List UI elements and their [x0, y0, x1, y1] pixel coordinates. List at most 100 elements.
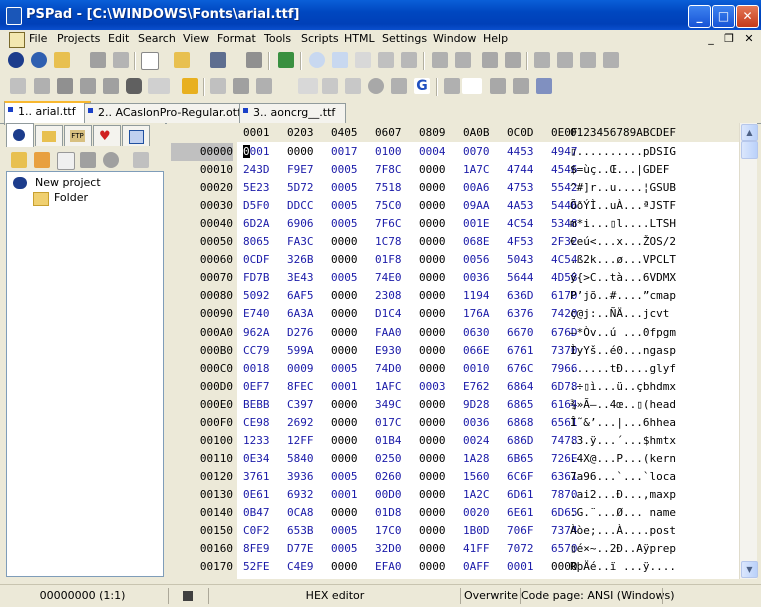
- hex-cell[interactable]: 0005: [331, 197, 358, 215]
- hex-cell[interactable]: 0250: [375, 450, 402, 468]
- hex-cell[interactable]: 6932: [287, 486, 314, 504]
- hex-cell[interactable]: 7072: [507, 540, 534, 558]
- mdi-minimize-icon[interactable]: _: [703, 32, 719, 45]
- hex-cell[interactable]: 1194: [463, 287, 490, 305]
- hex-cell[interactable]: 8065: [243, 233, 270, 251]
- hex-cell[interactable]: 0005: [331, 161, 358, 179]
- menu-file[interactable]: File: [29, 32, 47, 45]
- menu-html[interactable]: HTML: [344, 32, 375, 45]
- document-menu-icon[interactable]: [9, 32, 25, 48]
- hex-cell[interactable]: 0000: [419, 504, 446, 522]
- hex-cell[interactable]: 6376: [507, 305, 534, 323]
- chars-icon[interactable]: [256, 78, 272, 94]
- ascii-text[interactable]: .4X@...P...(kern: [570, 450, 676, 468]
- close-button[interactable]: ✕: [736, 5, 759, 28]
- hex-cell[interactable]: 0000: [419, 486, 446, 504]
- hex-cell[interactable]: 0036: [463, 269, 490, 287]
- hex-cell[interactable]: EFA0: [375, 558, 402, 576]
- hex-cell[interactable]: 0000: [331, 504, 358, 522]
- hex-cell[interactable]: 349C: [375, 396, 402, 414]
- hex-cell[interactable]: 1233: [243, 432, 270, 450]
- tile-icon[interactable]: [513, 78, 529, 94]
- hex-cell[interactable]: 0CA8: [287, 504, 314, 522]
- hex-cell[interactable]: 6D2A: [243, 215, 270, 233]
- hex-cell[interactable]: 001E: [463, 215, 490, 233]
- html-tag-icon[interactable]: [322, 78, 338, 94]
- mdi-close-icon[interactable]: ✕: [741, 32, 757, 45]
- hex-cell[interactable]: 5043: [507, 251, 534, 269]
- hex-cell[interactable]: 0056: [463, 251, 490, 269]
- hex-cell[interactable]: 0260: [375, 468, 402, 486]
- hex-cell[interactable]: 1A7C: [463, 161, 490, 179]
- hex-cell[interactable]: 0000: [331, 432, 358, 450]
- compile-icon[interactable]: [444, 78, 460, 94]
- hex-cell[interactable]: 0000: [331, 342, 358, 360]
- hex-cell-cursor[interactable]: 0001: [243, 143, 270, 161]
- hex-cell[interactable]: 01D8: [375, 504, 402, 522]
- remove-file-icon[interactable]: [80, 152, 96, 168]
- html-text-icon[interactable]: [298, 78, 318, 94]
- hex-cell[interactable]: 4F53: [507, 233, 534, 251]
- hex-cell[interactable]: 0CDF: [243, 251, 270, 269]
- ascii-text[interactable]: €eú<...x...ŽOS/2: [570, 233, 676, 251]
- hex-cell[interactable]: 0000: [419, 558, 446, 576]
- hex-cell[interactable]: 0000: [331, 233, 358, 251]
- hex-cell[interactable]: 1C78: [375, 233, 402, 251]
- ascii-text[interactable]: ^#]r..u....¦GSUB: [570, 179, 676, 197]
- menu-search[interactable]: Search: [138, 32, 176, 45]
- ftp-icon[interactable]: [210, 78, 226, 94]
- lock-icon[interactable]: [126, 78, 142, 94]
- hex-cell[interactable]: 0000: [419, 197, 446, 215]
- hex-cell[interactable]: 066E: [463, 342, 490, 360]
- replace-icon[interactable]: [332, 52, 348, 68]
- hex-cell[interactable]: DDCC: [287, 197, 314, 215]
- window-icon[interactable]: [490, 78, 506, 94]
- hex-cell[interactable]: 0630: [463, 324, 490, 342]
- hex-cell[interactable]: 0005: [331, 360, 358, 378]
- menu-help[interactable]: Help: [483, 32, 508, 45]
- hex-cell[interactable]: 6A3A: [287, 305, 314, 323]
- hex-cell[interactable]: 3E43: [287, 269, 314, 287]
- ascii-text[interactable]: ¾»Ã—..4œ..▯(head: [570, 396, 676, 414]
- hex-cell[interactable]: 9D28: [463, 396, 490, 414]
- hex-cell[interactable]: 0000: [331, 450, 358, 468]
- copy-icon[interactable]: [557, 52, 573, 68]
- scroll-up-icon[interactable]: ▲: [741, 124, 758, 141]
- hex-cell[interactable]: 0005: [331, 522, 358, 540]
- hex-cell[interactable]: 17C0: [375, 522, 402, 540]
- project-root-label[interactable]: New project: [35, 176, 101, 189]
- hex-cell[interactable]: 686D: [507, 432, 534, 450]
- hex-cell[interactable]: D5F0: [243, 197, 270, 215]
- hex-cell[interactable]: 0000: [419, 432, 446, 450]
- minimize-button[interactable]: _: [688, 5, 711, 28]
- ascii-text[interactable]: RþÄé..ï ...ÿ....: [570, 558, 676, 576]
- hex-cell[interactable]: 32D0: [375, 540, 402, 558]
- ascii-text[interactable]: .G.¨...Ø... name: [570, 504, 676, 522]
- hex-cell[interactable]: 6865: [507, 396, 534, 414]
- add-folder-icon[interactable]: [11, 152, 27, 168]
- hex-cell[interactable]: 6864: [507, 378, 534, 396]
- undo-icon[interactable]: [432, 52, 448, 68]
- hex-cell[interactable]: 0009: [287, 360, 314, 378]
- ascii-text[interactable]: ÕðÝÌ..uÀ...ªJSTF: [570, 197, 676, 215]
- hex-cell[interactable]: 0E34: [243, 450, 270, 468]
- hex-cell[interactable]: FD7B: [243, 269, 270, 287]
- ascii-text[interactable]: ▯é×~..2Ð..Aÿprep: [570, 540, 676, 558]
- hex-cell[interactable]: 636D: [507, 287, 534, 305]
- hex-cell[interactable]: 8FEC: [287, 378, 314, 396]
- save-icon[interactable]: [210, 52, 226, 68]
- favorites-tab[interactable]: ♥: [93, 125, 121, 146]
- ascii-text[interactable]: .÷▯ì...ü..çbhdmx: [570, 378, 676, 396]
- hex-cell[interactable]: 0EF7: [243, 378, 270, 396]
- hex-cell[interactable]: 0000: [419, 269, 446, 287]
- project-tree-icon[interactable]: [278, 52, 294, 68]
- ascii-text[interactable]: .ß2k...ø...VPCLT: [570, 251, 676, 269]
- hex-cell[interactable]: 6C6F: [507, 468, 534, 486]
- hex-cell[interactable]: 6D61: [507, 486, 534, 504]
- hex-cell[interactable]: 068E: [463, 233, 490, 251]
- ascii-text[interactable]: –*Òv..ú ...0fpgm: [570, 324, 676, 342]
- hex-cell[interactable]: F9E7: [287, 161, 314, 179]
- paste-icon[interactable]: [580, 52, 596, 68]
- delete-icon[interactable]: [603, 52, 619, 68]
- hex-editor[interactable]: 0001 0203 0405 0607 0809 0A0B 0C0D 0E0F 01234567…: [167, 123, 739, 579]
